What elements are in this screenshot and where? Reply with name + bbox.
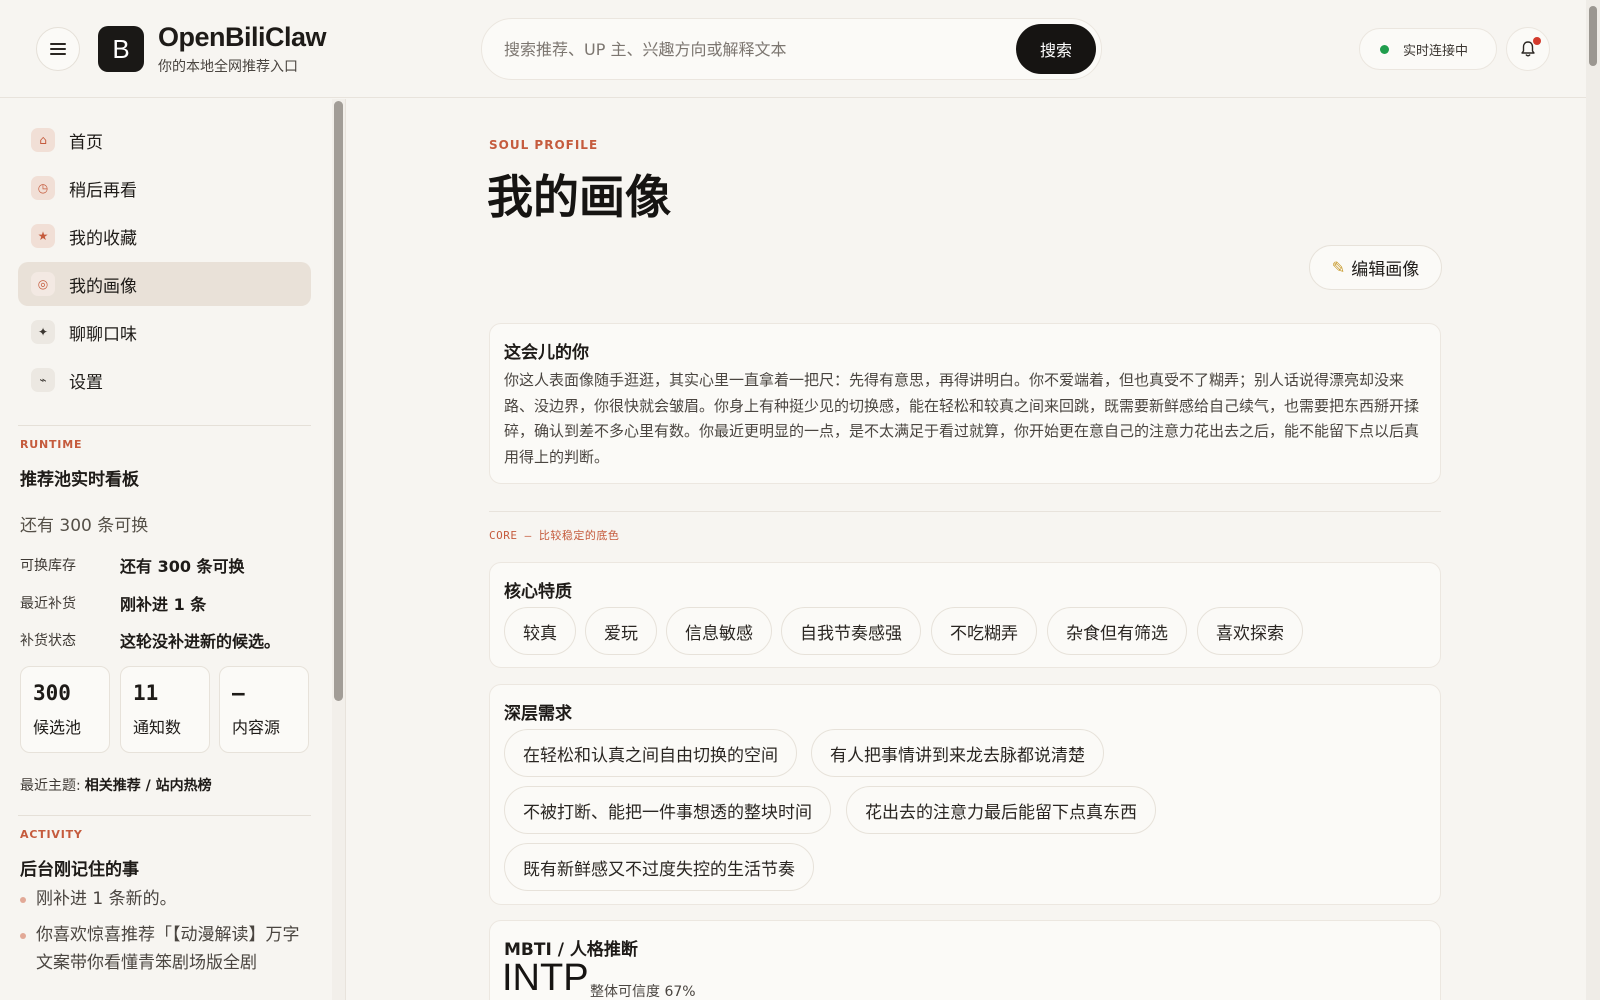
sidebar-item-chat-taste[interactable]: ✦ 聊聊口味 xyxy=(18,310,311,354)
section-divider xyxy=(489,511,1441,512)
page-eyebrow: SOUL PROFILE xyxy=(489,138,599,152)
now-card-title: 这会儿的你 xyxy=(504,343,589,363)
needs-card: 深层需求 在轻松和认真之间自由切换的空间 有人把事情讲到来龙去脉都说清楚 不被打… xyxy=(489,684,1441,905)
now-card: 这会儿的你 你这人表面像随手逛逛，其实心里一直拿着一把尺：先得有意思，再得讲明白… xyxy=(489,323,1441,484)
kv-label: 可换库存 xyxy=(20,558,76,574)
core-eyebrow: CORE — 比较稳定的底色 xyxy=(489,529,620,542)
sidebar: ⌂ 首页 ◷ 稍后再看 ★ 我的收藏 ◎ 我的画像 ✦ 聊聊口味 ⌁ 设置 RU… xyxy=(0,99,346,1000)
activity-title: 后台刚记住的事 xyxy=(20,860,139,880)
activity-text: 刚补进 1 条新的。 xyxy=(36,889,177,909)
bullet-dot xyxy=(20,897,26,903)
stat-value: — xyxy=(232,681,245,705)
home-icon: ⌂ xyxy=(31,128,55,152)
sidebar-divider xyxy=(18,815,311,816)
sidebar-item-label: 我的收藏 xyxy=(69,228,137,249)
need-chip[interactable]: 在轻松和认真之间自由切换的空间 xyxy=(504,729,797,777)
sparkle-icon: ✦ xyxy=(31,320,55,344)
trait-chip[interactable]: 杂食但有筛选 xyxy=(1047,607,1187,655)
notification-badge xyxy=(1533,37,1541,45)
search-button[interactable]: 搜索 xyxy=(1016,24,1096,74)
activity-text: 你喜欢惊喜推荐「【动漫解读】万字文案带你看懂青笨剧场版全剧 xyxy=(36,925,300,973)
stat-card-candidates: 300 候选池 xyxy=(20,666,110,753)
target-icon: ◎ xyxy=(31,272,55,296)
need-chip[interactable]: 有人把事情讲到来龙去脉都说清楚 xyxy=(811,729,1104,777)
sidebar-item-label: 首页 xyxy=(69,132,103,153)
kv-value: 刚补进 1 条 xyxy=(120,595,207,614)
menu-toggle-button[interactable] xyxy=(36,27,80,71)
top-bar: B OpenBiliClaw 你的本地全网推荐入口 搜索 实时连接中 xyxy=(0,0,1600,98)
notifications-button[interactable] xyxy=(1506,27,1550,71)
kv-value: 这轮没补进新的候选。 xyxy=(120,632,281,651)
needs-title: 深层需求 xyxy=(504,704,572,724)
sidebar-divider xyxy=(18,425,311,426)
page-title: 我的画像 xyxy=(487,170,671,224)
connection-status-label: 实时连接中 xyxy=(1403,43,1469,59)
sidebar-item-label: 聊聊口味 xyxy=(69,324,137,345)
sidebar-item-favorites[interactable]: ★ 我的收藏 xyxy=(18,214,311,258)
need-chip[interactable]: 花出去的注意力最后能留下点真东西 xyxy=(846,786,1156,834)
hamburger-icon xyxy=(50,43,66,55)
search-input[interactable] xyxy=(504,19,984,79)
trait-chip[interactable]: 信息敏感 xyxy=(666,607,772,655)
main-content: SOUL PROFILE 我的画像 ✎ 编辑画像 这会儿的你 你这人表面像随手逛… xyxy=(347,99,1586,1000)
sidebar-item-home[interactable]: ⌂ 首页 xyxy=(18,118,311,162)
activity-item[interactable]: 你喜欢惊喜推荐「【动漫解读】万字文案带你看懂青笨剧场版全剧 xyxy=(20,921,310,977)
activity-item: 刚补进 1 条新的。 xyxy=(20,885,310,913)
app-tagline: 你的本地全网推荐入口 xyxy=(158,59,298,75)
sidebar-scrollbar-thumb[interactable] xyxy=(334,101,343,701)
runtime-title: 推荐池实时看板 xyxy=(20,470,139,490)
mbti-card: MBTI / 人格推断 INTP 整体可信度 67% xyxy=(489,920,1441,1000)
sidebar-item-profile[interactable]: ◎ 我的画像 xyxy=(18,262,311,306)
stat-label: 内容源 xyxy=(232,718,281,737)
now-card-body: 你这人表面像随手逛逛，其实心里一直拿着一把尺：先得有意思，再得讲明白。你不爱端着… xyxy=(504,371,1420,466)
sidebar-item-label: 稍后再看 xyxy=(69,180,137,201)
sidebar-item-label: 我的画像 xyxy=(69,276,137,297)
stat-card-notifications: 11 通知数 xyxy=(120,666,210,753)
stat-label: 通知数 xyxy=(133,718,182,737)
trait-chip[interactable]: 自我节奏感强 xyxy=(781,607,921,655)
traits-title: 核心特质 xyxy=(504,582,572,602)
trait-chip[interactable]: 爱玩 xyxy=(585,607,657,655)
page-scrollbar-thumb[interactable] xyxy=(1589,6,1597,66)
sidebar-scrollbar[interactable] xyxy=(332,99,345,1000)
status-dot-icon xyxy=(1380,44,1389,54)
kv-label: 补货状态 xyxy=(20,633,76,649)
activity-eyebrow: ACTIVITY xyxy=(20,828,83,841)
trait-chip[interactable]: 不吃糊弄 xyxy=(931,607,1037,655)
runtime-eyebrow: RUNTIME xyxy=(20,438,83,451)
edit-profile-button[interactable]: ✎ 编辑画像 xyxy=(1309,245,1442,290)
bullet-dot xyxy=(20,933,26,939)
search-bar: 搜索 xyxy=(481,18,1102,80)
star-icon: ★ xyxy=(31,224,55,248)
page-scrollbar[interactable] xyxy=(1586,0,1600,1000)
stat-card-sources: — 内容源 xyxy=(219,666,309,753)
edit-profile-label: 编辑画像 xyxy=(1351,260,1420,280)
stat-label: 候选池 xyxy=(33,718,82,737)
recent-topic-value: 相关推荐 / 站内热榜 xyxy=(84,778,212,794)
kv-value: 还有 300 条可换 xyxy=(120,557,245,576)
clock-icon: ◷ xyxy=(31,176,55,200)
sidebar-item-label: 设置 xyxy=(69,372,103,393)
sidebar-item-settings[interactable]: ⌁ 设置 xyxy=(18,358,311,402)
pencil-icon: ✎ xyxy=(1331,258,1346,277)
app-title: OpenBiliClaw xyxy=(158,22,327,52)
connection-status[interactable]: 实时连接中 xyxy=(1359,28,1497,70)
trait-chip[interactable]: 喜欢探索 xyxy=(1197,607,1303,655)
recent-topic: 最近主题: 相关推荐 / 站内热榜 xyxy=(20,775,212,795)
traits-card: 核心特质 较真 爱玩 信息敏感 自我节奏感强 不吃糊弄 杂食但有筛选 喜欢探索 xyxy=(489,562,1441,668)
need-chip[interactable]: 既有新鲜感又不过度失控的生活节奏 xyxy=(504,843,814,891)
kv-label: 最近补货 xyxy=(20,596,76,612)
wrench-icon: ⌁ xyxy=(31,368,55,392)
stock-summary: 还有 300 条可换 xyxy=(20,516,149,536)
mbti-type: INTP xyxy=(502,957,589,999)
sidebar-item-watch-later[interactable]: ◷ 稍后再看 xyxy=(18,166,311,210)
stat-value: 300 xyxy=(33,681,71,705)
stat-value: 11 xyxy=(133,681,159,705)
app-logo[interactable]: B xyxy=(98,26,144,72)
need-chip[interactable]: 不被打断、能把一件事想透的整块时间 xyxy=(504,786,831,834)
mbti-confidence: 整体可信度 67% xyxy=(590,984,696,1000)
recent-topic-label: 最近主题: xyxy=(20,778,81,794)
trait-chip[interactable]: 较真 xyxy=(504,607,576,655)
